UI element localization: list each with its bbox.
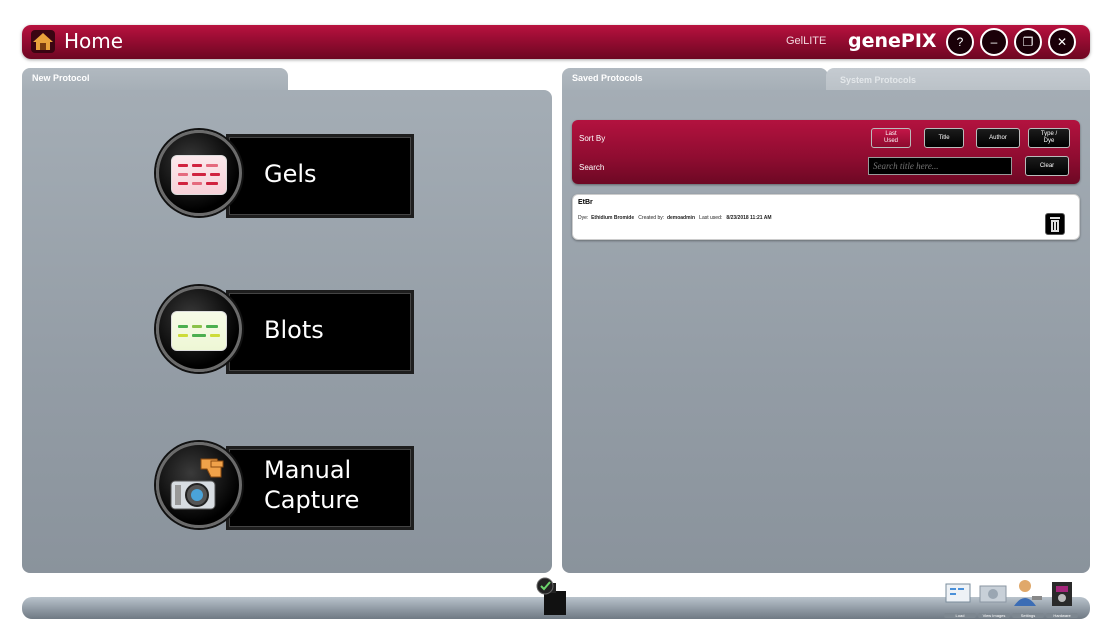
sort-author-button[interactable]: Author bbox=[976, 128, 1020, 148]
restore-icon: ❐ bbox=[1022, 35, 1034, 49]
blot-icon bbox=[171, 311, 227, 351]
delete-protocol-button[interactable] bbox=[1045, 213, 1065, 235]
view-images-tool[interactable]: View Images bbox=[978, 578, 1010, 618]
home-icon[interactable] bbox=[30, 29, 56, 54]
manual-capture-label-line2: Capture bbox=[264, 486, 360, 514]
protocol-dye: Ethidium Bromide bbox=[591, 215, 635, 221]
brand-logo: genePIX bbox=[848, 30, 937, 52]
search-label: Search bbox=[579, 163, 605, 172]
clear-button[interactable]: Clear bbox=[1025, 156, 1069, 176]
view-images-icon bbox=[979, 585, 1007, 603]
manual-capture-label-line1: Manual bbox=[264, 456, 352, 484]
gels-button-icon-circle bbox=[156, 130, 242, 216]
gels-button-label: Gels bbox=[264, 160, 317, 188]
minimize-icon: – bbox=[990, 35, 998, 49]
settings-tool[interactable]: Settings bbox=[1012, 578, 1044, 618]
help-button[interactable]: ? bbox=[946, 28, 974, 56]
camera-status-icon[interactable] bbox=[536, 577, 572, 617]
blots-button[interactable]: Blots bbox=[156, 286, 418, 376]
search-input[interactable] bbox=[868, 157, 1012, 175]
camera-hand-icon bbox=[170, 458, 224, 510]
gels-button-plate bbox=[226, 134, 414, 218]
manual-capture-button[interactable]: Manual Capture bbox=[156, 442, 418, 532]
sort-last-used-button[interactable]: Last Used bbox=[871, 128, 911, 148]
protocol-meta: Dye: Ethidium Bromide Created by: demoad… bbox=[578, 215, 772, 221]
blots-button-label: Blots bbox=[264, 316, 324, 344]
manual-capture-button-icon-circle bbox=[156, 442, 242, 528]
protocol-last-used: 8/23/2018 11:21 AM bbox=[726, 215, 772, 221]
protocol-list-item[interactable]: EtBr Dye: Ethidium Bromide Created by: d… bbox=[572, 194, 1080, 240]
page-title: Home bbox=[64, 29, 124, 53]
sort-by-label: Sort By bbox=[579, 134, 606, 143]
manual-capture-button-label: Manual Capture bbox=[264, 455, 359, 515]
load-tool[interactable]: Load bbox=[944, 578, 976, 618]
title-bar: Home GelLITE genePIX ? – ❐ ✕ bbox=[22, 25, 1090, 59]
close-icon: ✕ bbox=[1056, 35, 1068, 49]
help-icon: ? bbox=[956, 35, 964, 49]
trash-icon bbox=[1050, 217, 1060, 232]
sort-title-button[interactable]: Title bbox=[924, 128, 964, 148]
minimize-button[interactable]: – bbox=[980, 28, 1008, 56]
protocol-name: EtBr bbox=[578, 199, 593, 206]
saved-protocols-panel: Sort By Search Last Used Title Author Ty… bbox=[562, 90, 1090, 573]
sort-search-bar: Sort By Search Last Used Title Author Ty… bbox=[572, 120, 1080, 184]
protocol-author: demoadmin bbox=[666, 215, 695, 221]
load-icon bbox=[945, 583, 971, 603]
blots-button-icon-circle bbox=[156, 286, 242, 372]
gels-button[interactable]: Gels bbox=[156, 130, 418, 220]
hardware-tool[interactable]: Hardware bbox=[1046, 578, 1078, 618]
close-button[interactable]: ✕ bbox=[1048, 28, 1076, 56]
user-settings-icon bbox=[1014, 580, 1042, 606]
edition-label: GelLITE bbox=[786, 35, 827, 47]
sort-type-dye-button[interactable]: Type / Dye bbox=[1028, 128, 1070, 148]
new-protocol-panel: Gels Blots Manual Capture bbox=[22, 90, 552, 573]
hardware-icon bbox=[1052, 582, 1072, 606]
restore-button[interactable]: ❐ bbox=[1014, 28, 1042, 56]
gel-icon bbox=[171, 155, 227, 195]
